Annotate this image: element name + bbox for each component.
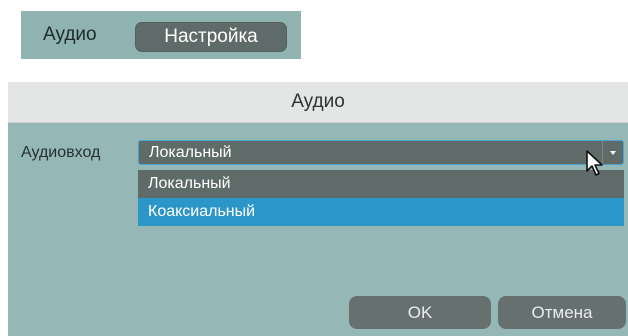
chevron-down-icon[interactable] xyxy=(602,141,623,164)
tab-strip: Аудио Настройка xyxy=(21,11,301,59)
select-value: Локальный xyxy=(149,144,232,161)
tab-settings[interactable]: Настройка xyxy=(135,22,287,52)
cancel-button[interactable]: Отмена xyxy=(498,296,626,329)
audio-dialog: Аудио Аудиовход Локальный Локальный Коак… xyxy=(8,82,628,336)
dialog-title: Аудио xyxy=(291,91,345,112)
dropdown-list: Локальный Коаксиальный xyxy=(138,170,624,226)
tab-audio[interactable]: Аудио xyxy=(43,11,97,59)
ok-button[interactable]: OK xyxy=(349,296,491,329)
dialog-header: Аудио xyxy=(8,82,628,123)
option-coaxial[interactable]: Коаксиальный xyxy=(138,198,624,226)
option-local[interactable]: Локальный xyxy=(138,170,624,198)
audio-input-select[interactable]: Локальный xyxy=(138,140,624,165)
audio-input-label: Аудиовход xyxy=(21,144,101,161)
mouse-pointer-icon xyxy=(586,150,603,176)
